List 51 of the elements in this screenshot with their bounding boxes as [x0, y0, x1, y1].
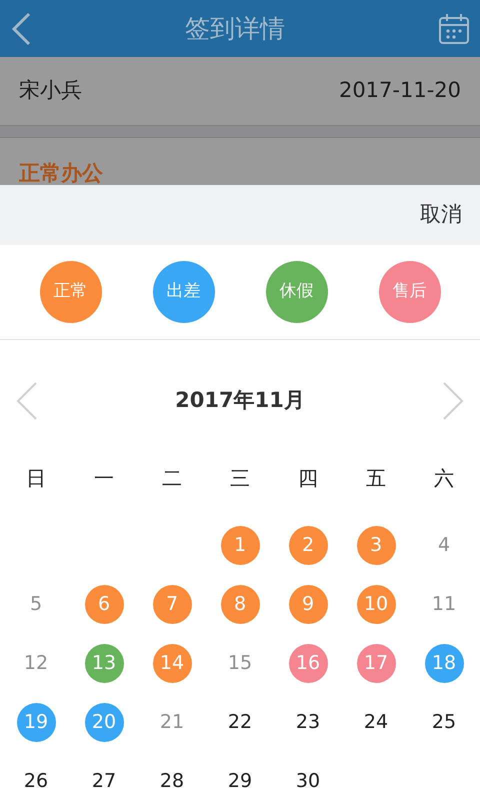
status-text: 正常办公: [19, 161, 103, 185]
legend-chip: 正常: [40, 261, 102, 323]
marked-day[interactable]: 7: [152, 585, 192, 624]
month-title: 2017年11月: [175, 387, 305, 414]
calendar-day[interactable]: 28: [160, 767, 184, 796]
weekday-label: 一: [94, 465, 114, 492]
calendar-day[interactable]: 24: [364, 708, 388, 737]
back-icon[interactable]: [10, 12, 32, 46]
marked-day[interactable]: 13: [84, 644, 124, 683]
weekday-label: 六: [434, 465, 454, 492]
page-title: 签到详情: [185, 12, 285, 45]
marked-day[interactable]: 10: [356, 585, 396, 624]
cancel-button[interactable]: 取消: [420, 199, 462, 231]
marked-day[interactable]: 6: [84, 585, 124, 624]
legend-chip: 售后: [378, 261, 440, 323]
marked-day[interactable]: 16: [288, 644, 328, 683]
calendar-day[interactable]: 22: [228, 708, 252, 737]
marked-day[interactable]: 18: [424, 644, 464, 683]
previous-month-icon[interactable]: [16, 382, 38, 420]
calendar-day[interactable]: 21: [160, 708, 184, 737]
next-month-icon[interactable]: [442, 382, 464, 420]
calendar-day[interactable]: 5: [30, 590, 42, 619]
calendar-day[interactable]: 26: [24, 767, 48, 796]
calendar-icon[interactable]: [438, 12, 470, 44]
weekday-label: 日: [26, 465, 46, 492]
marked-day[interactable]: 14: [152, 644, 192, 683]
marked-day[interactable]: 8: [220, 585, 260, 624]
marked-day[interactable]: 3: [356, 526, 396, 565]
calendar-day[interactable]: 27: [92, 767, 116, 796]
marked-day[interactable]: 9: [288, 585, 328, 624]
marked-day[interactable]: 1: [220, 526, 260, 565]
marked-day[interactable]: 17: [356, 644, 396, 683]
employee-name: 宋小兵: [19, 77, 82, 104]
marked-day[interactable]: 19: [16, 703, 56, 742]
calendar-day[interactable]: 11: [432, 590, 456, 619]
calendar-day[interactable]: 29: [228, 767, 252, 796]
calendar-day[interactable]: 15: [228, 649, 252, 678]
calendar-day[interactable]: 25: [432, 708, 456, 737]
calendar-day[interactable]: 4: [438, 531, 450, 560]
marked-day[interactable]: 2: [288, 526, 328, 565]
weekday-label: 五: [366, 465, 386, 492]
weekday-label: 二: [162, 465, 182, 492]
calendar-day[interactable]: 30: [296, 767, 320, 796]
record-date: 2017-11-20: [338, 77, 461, 104]
legend-chip: 出差: [152, 261, 214, 323]
calendar-day[interactable]: 12: [24, 649, 48, 678]
marked-day[interactable]: 20: [84, 703, 124, 742]
calendar-day[interactable]: 23: [296, 708, 320, 737]
legend-chip: 休假: [266, 261, 328, 323]
weekday-label: 四: [298, 465, 318, 492]
weekday-label: 三: [230, 465, 250, 492]
